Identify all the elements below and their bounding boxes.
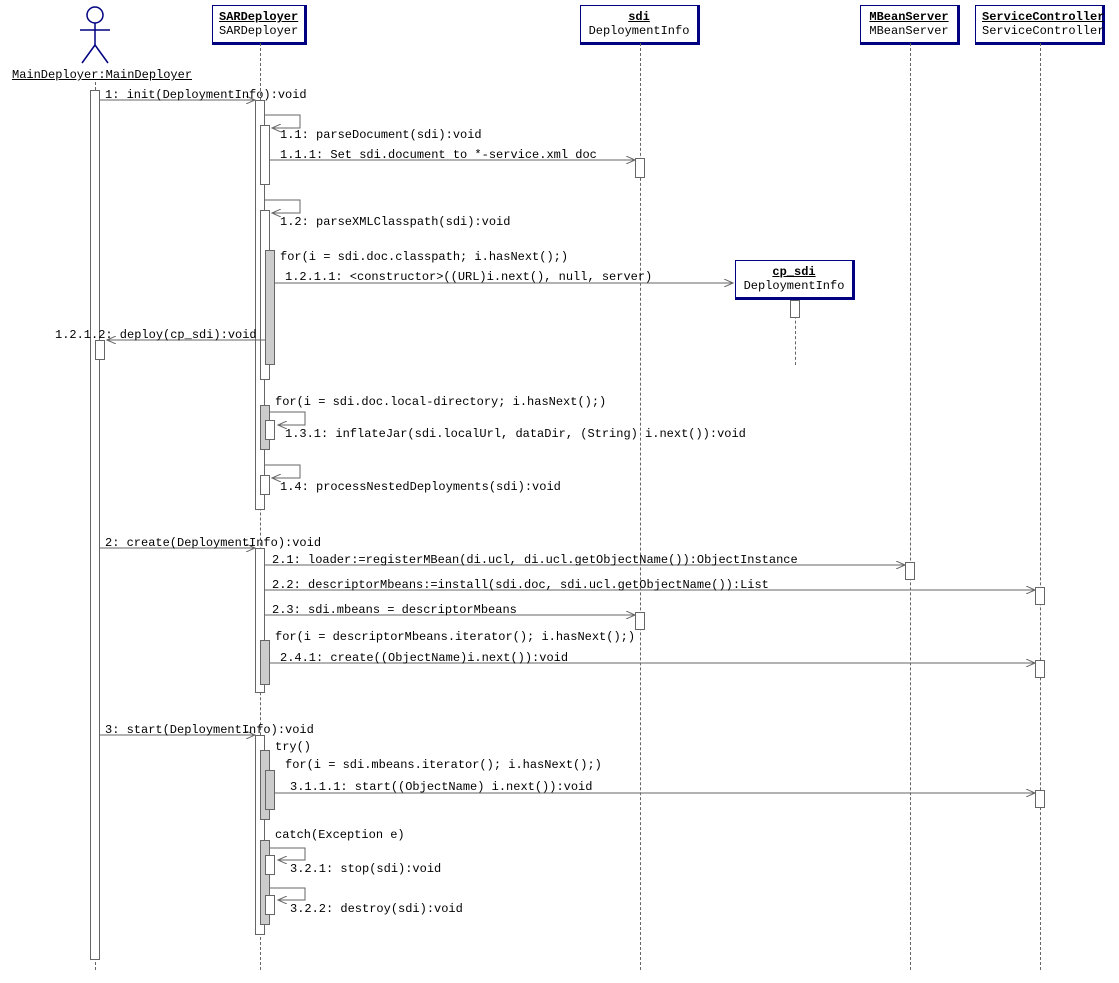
msg-label: 3.2.2: destroy(sdi):void [290, 902, 463, 916]
msg-label: 1.1: parseDocument(sdi):void [280, 128, 482, 142]
msg-label: 1.4: processNestedDeployments(sdi):void [280, 480, 561, 494]
msg-label: for(i = sdi.doc.classpath; i.hasNext();) [280, 250, 568, 264]
msg-label: 1.2: parseXMLClasspath(sdi):void [280, 215, 510, 229]
msg-label: for(i = descriptorMbeans.iterator(); i.h… [275, 630, 635, 644]
msg-label: 1: init(DeploymentInfo):void [105, 88, 307, 102]
msg-label: 1.1.1: Set sdi.document to *-service.xml… [280, 148, 597, 162]
msg-label: 3.2.1: stop(sdi):void [290, 862, 441, 876]
msg-label: 1.2.1.1: <constructor>((URL)i.next(), nu… [285, 270, 652, 284]
msg-label: 2.3: sdi.mbeans = descriptorMbeans [272, 603, 517, 617]
msg-label: 1.3.1: inflateJar(sdi.localUrl, dataDir,… [285, 427, 746, 441]
msg-label: 1.2.1.2: deploy(cp_sdi):void [55, 328, 257, 342]
msg-label: for(i = sdi.doc.local-directory; i.hasNe… [275, 395, 606, 409]
msg-label: 2.1: loader:=registerMBean(di.ucl, di.uc… [272, 553, 798, 567]
msg-label: 2: create(DeploymentInfo):void [105, 536, 321, 550]
msg-label: 2.2: descriptorMbeans:=install(sdi.doc, … [272, 578, 769, 592]
msg-label: 3: start(DeploymentInfo):void [105, 723, 314, 737]
msg-label: try() [275, 740, 311, 754]
msg-label: 3.1.1.1: start((ObjectName) i.next()):vo… [290, 780, 592, 794]
msg-label: for(i = sdi.mbeans.iterator(); i.hasNext… [285, 758, 602, 772]
msg-label: 2.4.1: create((ObjectName)i.next()):void [280, 651, 568, 665]
msg-label: catch(Exception e) [275, 828, 405, 842]
